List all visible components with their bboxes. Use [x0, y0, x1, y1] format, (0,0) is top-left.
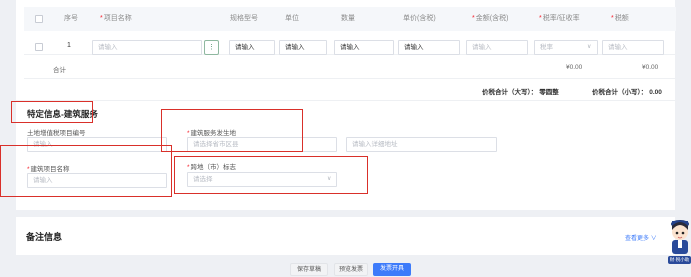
quantity-input[interactable]: 请输入 [334, 40, 394, 55]
highlight-box-location [161, 109, 303, 152]
header-seq: 序号 [64, 15, 78, 22]
item-name-input[interactable]: 请输入 [92, 40, 202, 55]
unit-input[interactable]: 请输入 [279, 40, 327, 55]
view-more-link[interactable]: 查看更多 ∨ [625, 233, 657, 242]
save-draft-button[interactable]: 保存草稿 [290, 263, 328, 276]
tax-input[interactable]: 请输入 [602, 40, 664, 55]
row-checkbox[interactable] [35, 43, 43, 51]
amount-input[interactable]: 请输入 [466, 40, 528, 55]
location-address-input[interactable]: 请输入详细地址 [346, 137, 497, 152]
header-amount: *金额(含税) [472, 15, 509, 22]
select-all-checkbox[interactable] [35, 15, 43, 23]
row-seq: 1 [67, 42, 71, 49]
highlight-box-cross-city [174, 156, 368, 194]
chevron-down-icon: ∨ [587, 44, 592, 50]
total-label: 合计 [53, 67, 66, 74]
spec-input[interactable]: 请输入 [229, 40, 275, 55]
header-unit: 单位 [285, 15, 299, 22]
header-quantity: 数量 [341, 15, 355, 22]
preview-invoice-button[interactable]: 预览发票 [334, 263, 368, 276]
price-tax-lower: 价税合计（小写）： 0.00 [592, 89, 662, 96]
header-spec: 规格型号 [230, 15, 258, 22]
land-tax-label: 土地增值税项目编号 [27, 130, 86, 137]
remarks-card [16, 217, 675, 255]
divider [16, 100, 675, 101]
remarks-title: 备注信息 [26, 232, 63, 242]
total-tax: ¥0.00 [642, 64, 659, 71]
header-unit-price: 单价(含税) [403, 15, 436, 22]
header-item-name: *项目名称 [100, 15, 132, 22]
header-tax-rate: *税率/征收率 [539, 15, 580, 22]
price-tax-upper: 价税合计（大写）： 零圆整 [482, 89, 559, 96]
tax-rate-placeholder: 税率 [540, 44, 553, 51]
assistant-badge[interactable]: 财·税小助 [668, 256, 691, 264]
unit-price-input[interactable]: 请输入 [398, 40, 460, 55]
header-tax: *税额 [611, 15, 629, 22]
highlight-box-section-title [11, 101, 93, 123]
issue-invoice-button[interactable]: 发票开具 [373, 263, 411, 276]
chevron-down-icon: ∨ [650, 236, 657, 242]
highlight-box-project-name [0, 145, 172, 197]
item-picker-icon[interactable]: ⋮ [204, 40, 219, 55]
total-amount: ¥0.00 [566, 64, 583, 71]
